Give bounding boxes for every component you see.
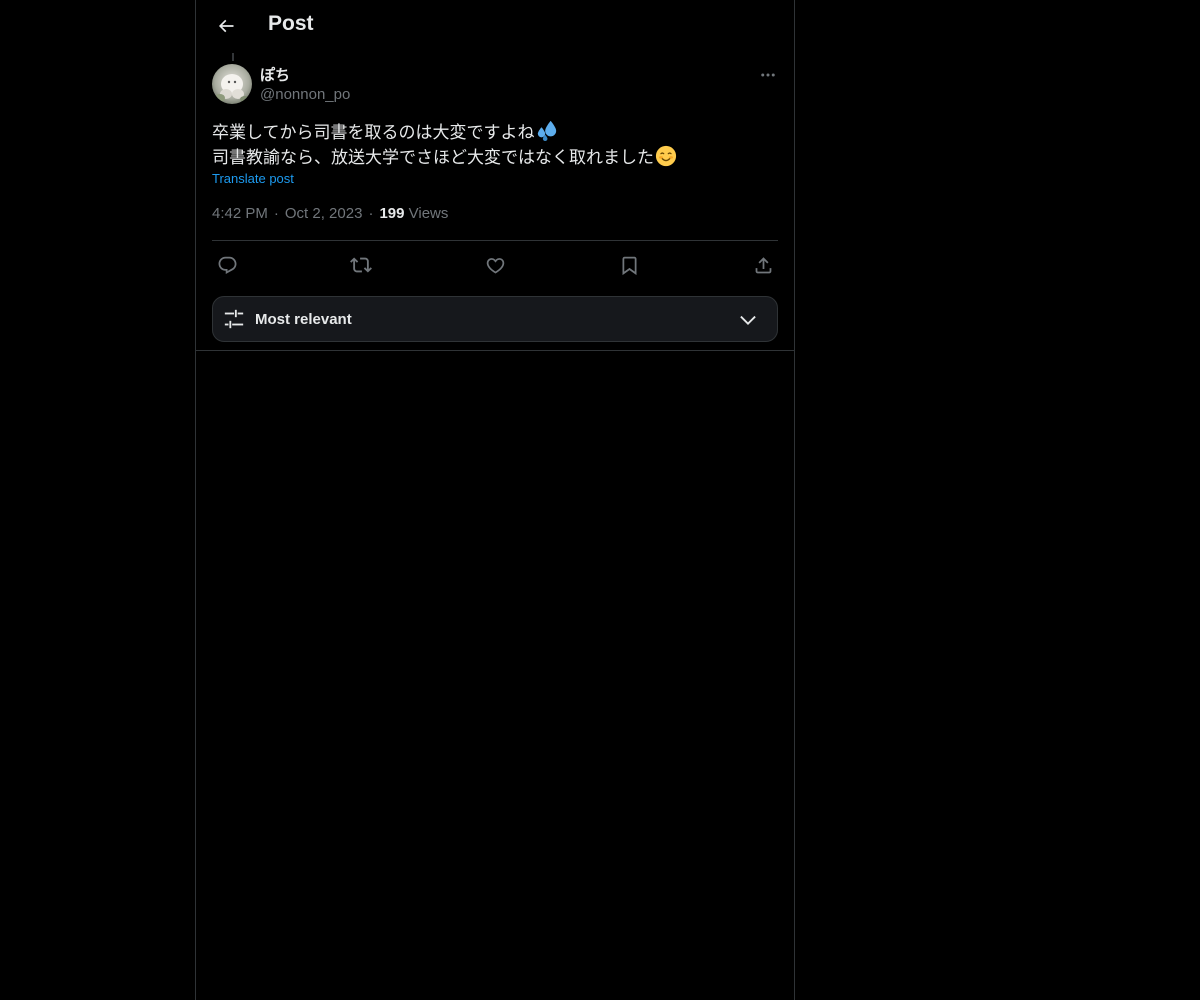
more-horizontal-icon xyxy=(761,73,775,77)
back-button[interactable] xyxy=(208,8,244,44)
post-text-line: 卒業してから司書を取るのは大変ですよね xyxy=(212,119,772,145)
smiling-face-emoji-icon xyxy=(655,145,677,167)
meta-separator: · xyxy=(273,205,279,222)
sort-selected-label: Most relevant xyxy=(255,311,352,328)
like-button[interactable] xyxy=(482,252,508,278)
post-time[interactable]: 4:42 PM xyxy=(212,205,268,222)
section-divider xyxy=(196,350,794,351)
heart-icon xyxy=(486,257,504,274)
thread-connector-line xyxy=(232,53,234,61)
sweat-droplets-emoji-icon xyxy=(537,120,556,141)
avatar-image xyxy=(212,64,252,104)
page-header: Post xyxy=(196,0,794,53)
chevron-down-icon xyxy=(740,315,756,325)
translate-post-link[interactable]: Translate post xyxy=(212,171,294,186)
more-options-button[interactable] xyxy=(754,64,782,86)
share-icon xyxy=(755,256,771,273)
arrow-left-icon xyxy=(218,19,234,33)
bookmark-button[interactable] xyxy=(616,252,642,278)
repost-button[interactable] xyxy=(348,252,374,278)
reply-button[interactable] xyxy=(214,252,240,278)
author-name[interactable]: ぽち xyxy=(260,64,290,85)
post-date[interactable]: Oct 2, 2023 xyxy=(285,205,363,222)
sliders-icon xyxy=(224,309,244,329)
main-column: Post ぽち @nonnon_po 卒業してから司書を取るのは大変ですよね 司… xyxy=(195,0,795,1000)
repost-icon xyxy=(350,257,372,273)
post-metadata: 4:42 PM · Oct 2, 2023 · 199 Views xyxy=(212,205,448,222)
post-text: 卒業してから司書を取るのは大変ですよね 司書教諭なら、放送大学でさほど大変ではな… xyxy=(212,119,772,170)
divider xyxy=(212,240,778,241)
avatar[interactable] xyxy=(212,64,252,104)
post-text-line-2: 司書教諭なら、放送大学でさほど大変ではなく取れました xyxy=(212,148,654,167)
replies-sort-dropdown[interactable]: Most relevant xyxy=(212,296,778,342)
meta-separator: · xyxy=(368,205,374,222)
page-title: Post xyxy=(268,12,314,35)
views-label: Views xyxy=(408,205,449,222)
author-handle[interactable]: @nonnon_po xyxy=(260,86,350,103)
post-text-line: 司書教諭なら、放送大学でさほど大変ではなく取れました xyxy=(212,145,772,170)
post-text-line-1: 卒業してから司書を取るのは大変ですよね xyxy=(212,123,535,142)
bookmark-icon xyxy=(622,256,636,275)
share-button[interactable] xyxy=(750,252,776,278)
reply-icon xyxy=(218,256,236,274)
views-count: 199 xyxy=(379,205,405,222)
